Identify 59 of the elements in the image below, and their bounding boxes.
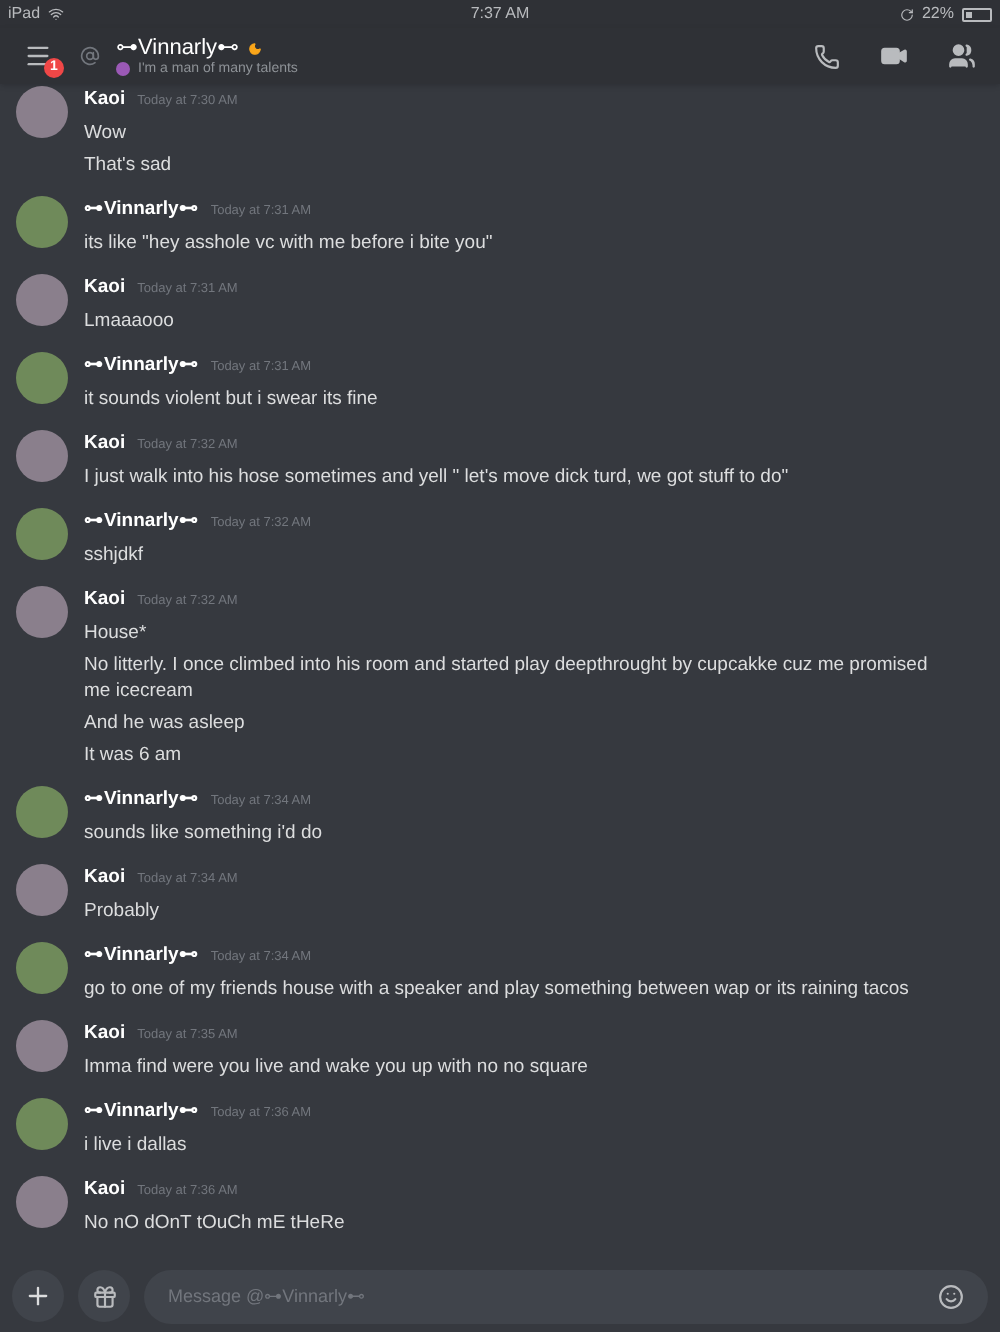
message-text: Lmaaaooo <box>84 308 176 334</box>
message-text: sshjdkf <box>84 542 146 568</box>
plus-icon <box>24 1282 52 1310</box>
wifi-icon <box>48 6 65 22</box>
message-text: its like "hey asshole vc with me before i bite you" <box>84 230 495 256</box>
message-text: sounds like something i'd do <box>84 820 325 846</box>
avatar[interactable] <box>16 1020 68 1072</box>
author-name[interactable]: ⊶Vinnarly⊷ <box>84 942 199 968</box>
message-text: Wow <box>84 120 128 146</box>
message-text: And he was asleep <box>84 710 247 736</box>
avatar[interactable] <box>16 86 68 138</box>
message-text: Imma find were you live and wake you up with no no square <box>84 1054 590 1080</box>
message-text: House* <box>84 620 149 646</box>
author-name[interactable]: ⊶Vinnarly⊷ <box>84 508 199 534</box>
avatar[interactable] <box>16 1098 68 1150</box>
moon-icon <box>247 41 262 55</box>
battery-icon <box>962 7 992 21</box>
message-text: Probably <box>84 898 161 924</box>
author-name[interactable]: Kaoi <box>84 1176 126 1202</box>
gift-button[interactable] <box>78 1270 130 1322</box>
call-button[interactable] <box>814 43 840 69</box>
message-text: That's sad <box>84 152 174 178</box>
message-text: No nO dOnT tOuCh mE tHeRe <box>84 1210 347 1236</box>
battery-percent: 22% <box>921 2 954 26</box>
gift-icon <box>91 1283 117 1309</box>
author-name[interactable]: Kaoi <box>84 586 126 612</box>
video-button[interactable] <box>880 42 908 70</box>
avatar[interactable] <box>16 586 68 638</box>
avatar[interactable] <box>16 352 68 404</box>
author-name[interactable]: ⊶Vinnarly⊷ <box>84 352 199 378</box>
author-name[interactable]: ⊶Vinnarly⊷ <box>84 196 199 222</box>
avatar[interactable] <box>16 942 68 994</box>
avatar[interactable] <box>16 508 68 560</box>
author-name[interactable]: ⊶Vinnarly⊷ <box>84 1098 199 1124</box>
message-text: No litterly. I once climbed into his room and started play deepthrought by cupcakke cuz me promised me icecream <box>84 652 930 704</box>
message-text: it sounds violent but i swear its fine <box>84 386 380 412</box>
emoji-button[interactable] <box>938 1283 964 1309</box>
author-name[interactable]: Kaoi <box>84 274 126 300</box>
avatar[interactable] <box>16 430 68 482</box>
channel-name: ⊶Vinnarly⊷ <box>116 37 240 59</box>
at-icon <box>80 46 100 66</box>
author-name[interactable]: Kaoi <box>84 430 126 456</box>
author-name[interactable]: Kaoi <box>84 1020 126 1046</box>
message-text: i live i dallas <box>84 1132 189 1158</box>
avatar[interactable] <box>16 786 68 838</box>
avatar[interactable] <box>16 864 68 916</box>
message-text: It was 6 am <box>84 742 184 768</box>
avatar[interactable] <box>16 274 68 326</box>
add-button[interactable] <box>12 1270 64 1322</box>
message-text: I just walk into his hose sometimes and yell " let's move dick turd, we got stuff to do" <box>84 464 791 490</box>
author-name[interactable]: Kaoi <box>84 864 126 890</box>
members-button[interactable] <box>948 42 976 70</box>
author-name[interactable]: Kaoi <box>84 86 126 112</box>
author-name[interactable]: ⊶Vinnarly⊷ <box>84 786 199 812</box>
message-text: go to one of my friends house with a speaker and play something between wap or its raining tacos <box>84 976 911 1002</box>
device-label: iPad <box>8 2 41 26</box>
avatar[interactable] <box>16 196 68 248</box>
clock: 7:37 AM <box>468 2 532 26</box>
avatar[interactable] <box>16 1176 68 1228</box>
